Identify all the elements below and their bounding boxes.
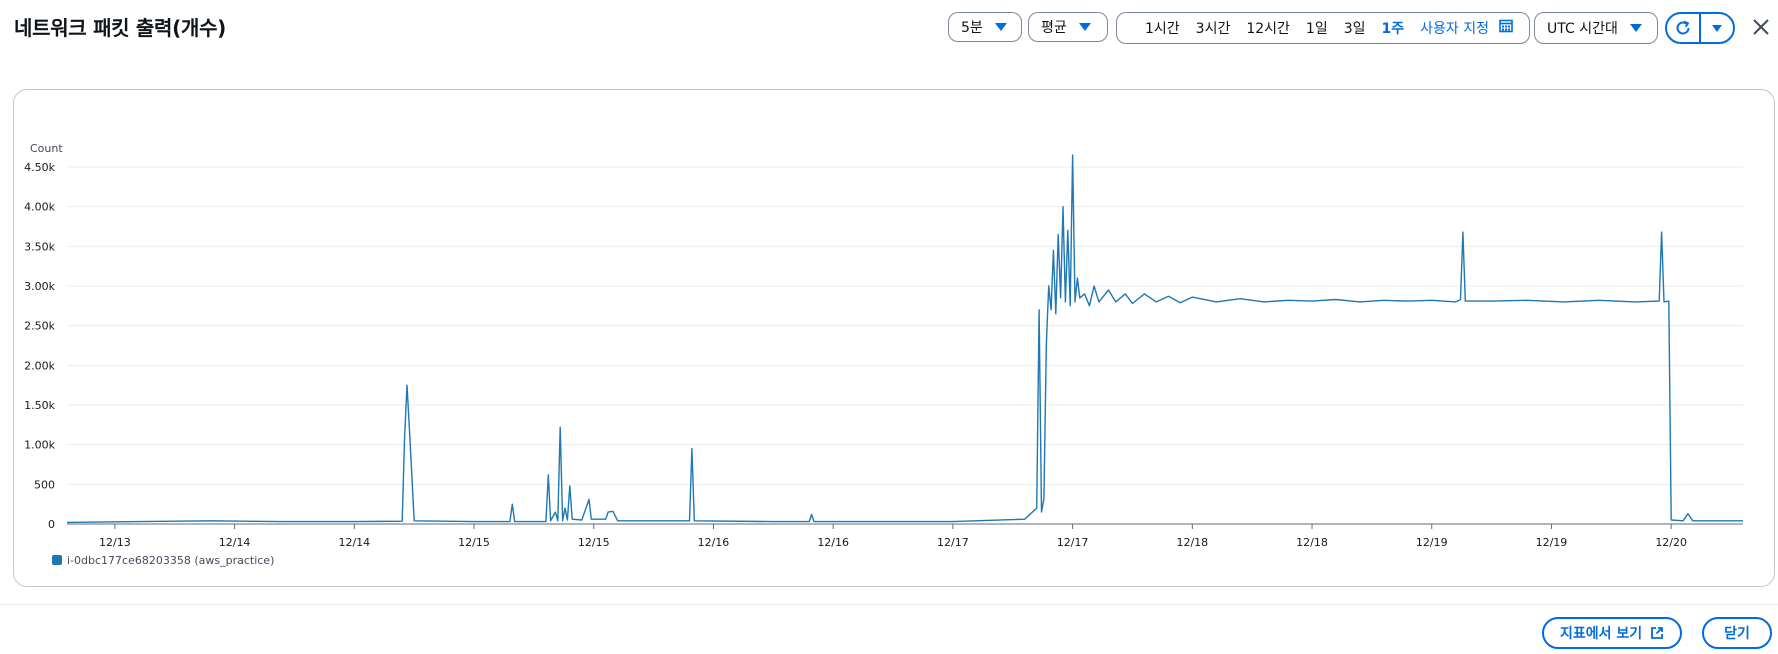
x-tick-labels: 12/13 12/14 12/14 12/15 12/15 12/16 12/16 12/17…	[99, 524, 1687, 549]
refresh-icon	[1676, 20, 1690, 35]
close-button-label: 닫기	[1724, 626, 1750, 642]
external-link-icon	[1651, 627, 1664, 639]
y-tick-label: 0	[48, 518, 55, 531]
x-tick-label: 12/14	[338, 536, 370, 549]
x-tick-label: 12/14	[219, 536, 251, 549]
refresh-button[interactable]	[1667, 14, 1701, 42]
y-tick-label: 4.50k	[24, 161, 55, 174]
series-line	[66, 154, 1743, 524]
caret-down-icon	[1629, 24, 1642, 32]
y-axis-label: Count	[30, 142, 63, 155]
legend: i-0dbc177ce68203358 (aws_practice)	[52, 554, 274, 567]
x-tick-label: 12/18	[1176, 536, 1208, 549]
custom-range-button[interactable]: 사용자 지정	[1420, 18, 1514, 38]
x-tick-label: 12/18	[1296, 536, 1328, 549]
y-tick-label: 4.00k	[24, 201, 55, 214]
period-value: 5분	[961, 20, 983, 36]
y-tick-labels: 0 500 1.00k 1.50k 2.00k 2.50k 3.00k 3.50k 4.00k 4…	[24, 161, 55, 531]
x-tick-label: 12/16	[698, 536, 730, 549]
range-option-3d[interactable]: 3일	[1344, 18, 1366, 38]
caret-down-icon	[1712, 24, 1722, 32]
time-range-selector: 1시간 3시간 12시간 1일 3일 1주 사용자 지정	[1116, 12, 1530, 44]
y-tick-label: 1.00k	[24, 439, 55, 452]
y-tick-label: 3.00k	[24, 280, 55, 293]
timezone-select[interactable]: UTC 시간대	[1534, 12, 1658, 44]
caret-down-icon	[994, 23, 1007, 31]
timezone-value: UTC 시간대	[1547, 21, 1618, 37]
caret-down-icon	[1078, 23, 1091, 31]
legend-swatch	[52, 555, 62, 565]
x-tick-label: 12/16	[817, 536, 849, 549]
y-tick-label: 2.00k	[24, 359, 55, 372]
statistic-select[interactable]: 평균	[1028, 12, 1108, 42]
y-tick-label: 3.50k	[24, 240, 55, 253]
calendar-icon	[1499, 19, 1514, 33]
statistic-value: 평균	[1041, 20, 1067, 36]
grid-lines	[67, 166, 1743, 485]
x-tick-label: 12/20	[1655, 536, 1687, 549]
view-in-metrics-button[interactable]: 지표에서 보기	[1542, 617, 1683, 649]
close-button[interactable]: 닫기	[1702, 617, 1772, 649]
chart-panel: Count 0 500 1.00k 1.50k 2.00k 2.50k 3.00k 3.50k…	[13, 89, 1775, 587]
x-tick-label: 12/17	[937, 536, 969, 549]
range-option-1w[interactable]: 1주	[1382, 18, 1405, 38]
x-tick-label: 12/19	[1416, 536, 1448, 549]
range-option-1h[interactable]: 1시간	[1145, 18, 1180, 38]
legend-label: i-0dbc177ce68203358 (aws_practice)	[67, 554, 274, 567]
page-title: 네트워크 패킷 출력(개수)	[14, 16, 227, 40]
x-tick-label: 12/15	[458, 536, 490, 549]
x-tick-label: 12/15	[578, 536, 610, 549]
x-tick-label: 12/19	[1536, 536, 1568, 549]
close-icon[interactable]	[1748, 14, 1774, 40]
x-tick-label: 12/13	[99, 536, 131, 549]
range-option-12h[interactable]: 12시간	[1246, 18, 1290, 38]
period-select[interactable]: 5분	[948, 12, 1022, 42]
y-tick-label: 2.50k	[24, 320, 55, 333]
view-in-metrics-label: 지표에서 보기	[1560, 626, 1643, 642]
x-tick-label: 12/17	[1057, 536, 1089, 549]
footer-divider	[0, 604, 1778, 605]
y-tick-label: 1.50k	[24, 399, 55, 412]
line-chart: Count 0 500 1.00k 1.50k 2.00k 2.50k 3.00k 3.50k…	[24, 142, 1743, 567]
range-option-3h[interactable]: 3시간	[1196, 18, 1231, 38]
refresh-button-group	[1665, 12, 1735, 44]
range-option-1d[interactable]: 1일	[1306, 18, 1328, 38]
custom-range-label: 사용자 지정	[1420, 21, 1489, 37]
refresh-options-button[interactable]	[1701, 14, 1733, 42]
y-tick-label: 500	[34, 478, 55, 491]
